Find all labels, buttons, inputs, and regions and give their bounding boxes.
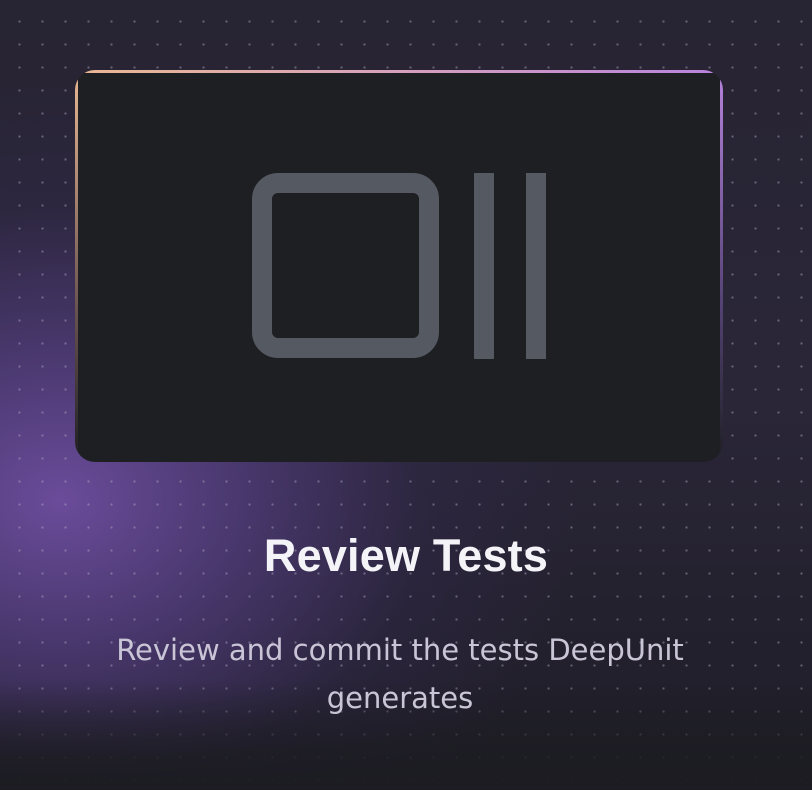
feature-section: Review Tests Review and commit the tests… (0, 0, 812, 790)
review-panel-icon (252, 173, 546, 359)
feature-description: Review and commit the tests DeepUnit gen… (116, 633, 684, 715)
feature-card-body (78, 73, 720, 459)
panel-bar-right (526, 173, 546, 359)
feature-title: Review Tests (263, 530, 549, 581)
feature-card (75, 70, 723, 462)
panel-bar-left (474, 173, 494, 359)
panel-square (252, 173, 439, 358)
